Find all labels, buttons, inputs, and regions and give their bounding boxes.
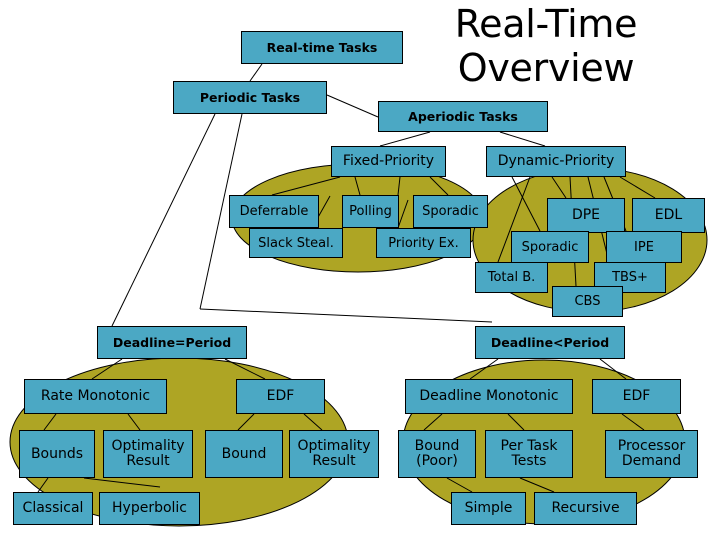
node-bound[interactable]: Bound: [205, 430, 283, 478]
node-label: Polling: [349, 204, 392, 219]
node-label: TBS+: [612, 270, 648, 285]
node-label: Sporadic: [422, 204, 479, 219]
bounds-to-hyperbolic: [83, 477, 161, 488]
dm-to-bound: [423, 413, 443, 431]
node-sporadic-fp[interactable]: Sporadic: [413, 195, 488, 228]
node-label: Optimality Result: [297, 438, 371, 469]
node-edf-right[interactable]: EDF: [592, 379, 681, 414]
aperiodic-to-fixed: [379, 131, 431, 147]
deadline-eq-to-rate: [91, 358, 123, 380]
node-label: Slack Steal.: [258, 235, 334, 251]
node-total-b[interactable]: Total B.: [475, 262, 548, 293]
node-edf-left[interactable]: EDF: [236, 379, 325, 414]
fixed-to-sporadic: [397, 176, 401, 196]
diagram-canvas: Real-Time Overview Real-time Tasks Period…: [0, 0, 720, 540]
edf-to-bound: [237, 413, 255, 431]
node-ipe[interactable]: IPE: [606, 231, 682, 263]
fixed-to-deferrable: [271, 176, 341, 196]
bounds-to-classical: [37, 477, 49, 493]
node-recursive[interactable]: Recursive: [534, 492, 637, 525]
node-label: Dynamic-Priority: [497, 153, 615, 169]
node-polling[interactable]: Polling: [342, 195, 399, 228]
deadline-lt-to-dm: [469, 358, 499, 380]
node-deadline-lt[interactable]: Deadline<Period: [475, 326, 625, 359]
node-sporadic-dp[interactable]: Sporadic: [511, 231, 589, 263]
node-fixed-priority[interactable]: Fixed-Priority: [331, 146, 446, 177]
node-label: Classical: [22, 500, 84, 516]
node-label: Deadline=Period: [112, 335, 232, 350]
edf-right-to-processor: [621, 413, 645, 431]
rate-to-optimality: [127, 413, 141, 431]
node-label: Priority Ex.: [388, 235, 459, 251]
node-label: Rate Monotonic: [40, 388, 151, 404]
node-label: Sporadic: [521, 239, 579, 255]
dm-to-pertask: [507, 413, 525, 431]
node-simple[interactable]: Simple: [451, 492, 526, 525]
node-optimality-result-right[interactable]: Optimality Result: [289, 430, 379, 478]
node-label: CBS: [574, 294, 601, 309]
node-optimality-result-left[interactable]: Optimality Result: [103, 430, 193, 478]
sporadic-to-priorityex: [397, 199, 409, 229]
node-deadline-monotonic[interactable]: Deadline Monotonic: [405, 379, 573, 414]
node-deferrable[interactable]: Deferrable: [229, 195, 319, 228]
node-label: Deadline Monotonic: [419, 388, 559, 404]
node-slack-steal[interactable]: Slack Steal.: [249, 228, 343, 258]
node-label: Deadline<Period: [490, 335, 610, 350]
node-label: Hyperbolic: [112, 500, 187, 516]
node-classical[interactable]: Classical: [13, 492, 93, 525]
edf-to-optimality: [303, 413, 323, 431]
node-label: Deferrable: [239, 204, 309, 219]
rate-to-bounds: [43, 413, 57, 431]
fixed-to-polling: [354, 176, 361, 196]
node-rate-monotonic[interactable]: Rate Monotonic: [24, 379, 167, 414]
node-per-task-tests[interactable]: Per Task Tests: [485, 430, 573, 478]
dynamic-to-dpe: [551, 176, 567, 199]
dynamic-to-edl: [619, 176, 656, 199]
pertask-to-recursive: [519, 477, 555, 493]
node-cbs[interactable]: CBS: [552, 286, 623, 317]
node-hyperbolic[interactable]: Hyperbolic: [99, 492, 200, 525]
aperiodic-to-dynamic: [499, 131, 546, 147]
node-label: Real-time Tasks: [266, 40, 378, 55]
node-label: Simple: [464, 500, 513, 516]
node-label: EDF: [266, 388, 295, 404]
node-root[interactable]: Real-time Tasks: [241, 31, 403, 64]
node-label: Bounds: [30, 445, 84, 462]
node-label: Bound (Poor): [414, 438, 460, 469]
node-label: EDL: [654, 207, 683, 223]
node-aperiodic[interactable]: Aperiodic Tasks: [378, 101, 548, 132]
node-label: Bound: [221, 445, 267, 462]
deadline-eq-to-edf: [224, 358, 266, 380]
node-label: Fixed-Priority: [342, 153, 435, 169]
bridge-to-deadline-lt: [199, 308, 493, 323]
node-label: Aperiodic Tasks: [408, 109, 518, 124]
root-to-periodic: [249, 63, 263, 82]
node-priority-ex[interactable]: Priority Ex.: [376, 228, 471, 258]
periodic-to-deadline-eq: [111, 113, 216, 327]
node-label: Processor Demand: [617, 438, 686, 469]
node-label: Optimality Result: [111, 438, 185, 469]
node-label: Total B.: [487, 270, 536, 285]
node-dpe[interactable]: DPE: [547, 198, 625, 233]
node-label: DPE: [571, 207, 601, 223]
node-edl[interactable]: EDL: [632, 198, 705, 233]
periodic-to-aperiodic: [326, 94, 379, 118]
node-label: EDF: [622, 388, 651, 404]
node-dynamic-priority[interactable]: Dynamic-Priority: [486, 146, 626, 177]
bound-to-simple: [446, 477, 473, 493]
node-label: IPE: [634, 239, 654, 255]
node-bound-poor[interactable]: Bound (Poor): [398, 430, 476, 478]
fixed-to-priorityex: [429, 176, 449, 196]
node-processor-demand[interactable]: Processor Demand: [605, 430, 698, 478]
node-bounds[interactable]: Bounds: [19, 430, 95, 478]
node-periodic[interactable]: Periodic Tasks: [173, 81, 327, 114]
node-label: Recursive: [551, 500, 620, 516]
deadline-lt-to-edf: [599, 358, 627, 380]
node-label: Periodic Tasks: [199, 90, 301, 105]
node-label: Per Task Tests: [500, 438, 558, 469]
node-deadline-eq[interactable]: Deadline=Period: [97, 326, 247, 359]
dynamic-to-sporadic: [511, 176, 541, 232]
